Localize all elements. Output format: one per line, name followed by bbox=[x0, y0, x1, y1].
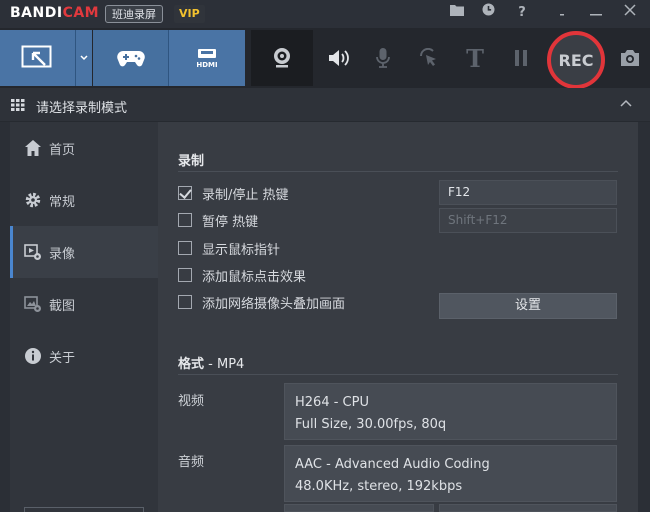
option-label: 添加鼠标点击效果 bbox=[202, 269, 307, 285]
sidebar-item-home[interactable]: 首页 bbox=[10, 122, 158, 174]
camera-icon bbox=[621, 50, 639, 66]
cursor-click-icon bbox=[419, 48, 436, 66]
video-detail: Full Size, 30.00fps, 80q bbox=[295, 417, 447, 432]
sidebar-item-screenshot[interactable]: 截图 bbox=[10, 278, 158, 330]
minimize-tray-icon[interactable] bbox=[552, 2, 572, 24]
home-icon bbox=[25, 140, 41, 156]
close-icon[interactable] bbox=[620, 2, 640, 24]
show-cursor-checkbox[interactable] bbox=[178, 241, 192, 255]
record-hotkey-checkbox[interactable] bbox=[178, 186, 192, 200]
hdmi-icon: HDMI bbox=[196, 49, 218, 69]
webcam-settings-button[interactable]: 设置 bbox=[439, 293, 617, 319]
mode-dropdown-button[interactable] bbox=[76, 30, 92, 86]
image-settings-icon bbox=[24, 296, 41, 312]
webcam-icon bbox=[274, 48, 290, 68]
pause-icon bbox=[515, 50, 527, 66]
microphone-button[interactable] bbox=[368, 30, 398, 86]
svg-text:HDMI: HDMI bbox=[196, 61, 217, 69]
webcam-button[interactable] bbox=[251, 30, 313, 86]
option-click-effect[interactable]: 添加鼠标点击效果 bbox=[178, 265, 306, 285]
help-icon[interactable]: ? bbox=[512, 2, 532, 24]
video-format-box[interactable]: H264 - CPU Full Size, 30.00fps, 80q bbox=[284, 383, 617, 440]
option-pause-hotkey[interactable]: 暂停 热键 bbox=[178, 210, 258, 230]
divider bbox=[178, 171, 618, 172]
audio-label: 音频 bbox=[178, 455, 205, 470]
sidebar-item-general[interactable]: 常规 bbox=[10, 174, 158, 226]
device-mode-button[interactable]: HDMI bbox=[169, 30, 245, 86]
preset-buttons-row bbox=[284, 504, 617, 512]
option-label: 添加网络摄像头叠加画面 bbox=[202, 296, 346, 312]
sidebar-item-about[interactable]: 关于 bbox=[10, 330, 158, 382]
video-settings-icon bbox=[24, 244, 41, 260]
info-icon bbox=[25, 348, 41, 364]
pause-button[interactable] bbox=[506, 30, 536, 86]
microphone-icon bbox=[376, 48, 390, 68]
screen-mode-button[interactable] bbox=[0, 30, 75, 86]
screenshot-button[interactable] bbox=[614, 30, 646, 86]
app-logo: BANDICAM bbox=[10, 5, 100, 21]
record-hotkey-field[interactable]: F12 bbox=[439, 180, 617, 205]
speaker-button[interactable] bbox=[322, 30, 356, 86]
gear-icon bbox=[25, 192, 41, 208]
game-mode-button[interactable] bbox=[93, 30, 168, 86]
video-codec: H264 - CPU bbox=[295, 395, 369, 410]
sidebar-item-label: 关于 bbox=[49, 350, 76, 366]
sidebar-item-video[interactable]: 录像 bbox=[10, 226, 158, 278]
divider bbox=[178, 374, 618, 375]
rec-button[interactable]: REC bbox=[547, 31, 605, 89]
click-effect-checkbox[interactable] bbox=[178, 268, 192, 282]
minimize-icon[interactable] bbox=[586, 2, 606, 24]
sidebar-bottom-panel bbox=[24, 507, 144, 512]
text-overlay-button[interactable]: T bbox=[460, 30, 490, 86]
sidebar-item-label: 截图 bbox=[49, 298, 76, 314]
record-section-title: 录制 bbox=[178, 154, 205, 169]
main-panel: 录制 录制/停止 热键 暂停 热键 显示鼠标指针 添加鼠标点击效果 添加网络摄像… bbox=[158, 122, 638, 512]
option-label: 录制/停止 热键 bbox=[202, 187, 289, 203]
preset-button[interactable] bbox=[284, 504, 434, 512]
speaker-icon bbox=[329, 50, 349, 66]
cursor-effect-button[interactable] bbox=[414, 30, 444, 86]
active-indicator bbox=[10, 226, 13, 278]
option-label: 暂停 热键 bbox=[202, 214, 259, 230]
audio-codec: AAC - Advanced Audio Coding bbox=[295, 457, 490, 472]
webcam-overlay-checkbox[interactable] bbox=[178, 295, 192, 309]
mode-title: 请选择录制模式 bbox=[36, 101, 128, 116]
sidebar-item-label: 常规 bbox=[49, 194, 76, 210]
grid-icon bbox=[11, 99, 25, 115]
pause-hotkey-checkbox[interactable] bbox=[178, 213, 192, 227]
option-webcam-overlay[interactable]: 添加网络摄像头叠加画面 bbox=[178, 292, 345, 312]
format-settings-button[interactable] bbox=[439, 504, 617, 512]
collapse-chevron-icon[interactable] bbox=[620, 96, 632, 111]
audio-detail: 48.0KHz, stereo, 192kbps bbox=[295, 479, 463, 494]
sidebar-item-label: 首页 bbox=[49, 142, 76, 158]
mode-header: 请选择录制模式 bbox=[0, 88, 650, 122]
screen-rect-icon bbox=[21, 45, 51, 68]
gamepad-icon bbox=[116, 51, 145, 67]
vip-badge[interactable]: VIP bbox=[174, 5, 205, 23]
audio-format-box[interactable]: AAC - Advanced Audio Coding 48.0KHz, ste… bbox=[284, 445, 617, 502]
option-label: 显示鼠标指针 bbox=[202, 242, 281, 258]
sidebar: 首页 常规 录像 截图 关于 bbox=[10, 122, 158, 512]
clock-icon[interactable] bbox=[478, 2, 498, 24]
option-show-cursor[interactable]: 显示鼠标指针 bbox=[178, 238, 280, 258]
folder-icon[interactable] bbox=[447, 2, 467, 24]
format-section-title: 格式 - MP4 bbox=[178, 357, 245, 372]
app-name-badge: 班迪录屏 bbox=[105, 5, 163, 23]
title-bar: BANDICAM 班迪录屏 VIP ? bbox=[0, 0, 650, 28]
chevron-down-icon bbox=[80, 55, 88, 61]
pause-hotkey-field[interactable]: Shift+F12 bbox=[439, 208, 617, 233]
option-record-hotkey[interactable]: 录制/停止 热键 bbox=[178, 183, 289, 203]
video-label: 视频 bbox=[178, 394, 205, 409]
sidebar-item-label: 录像 bbox=[49, 246, 76, 262]
